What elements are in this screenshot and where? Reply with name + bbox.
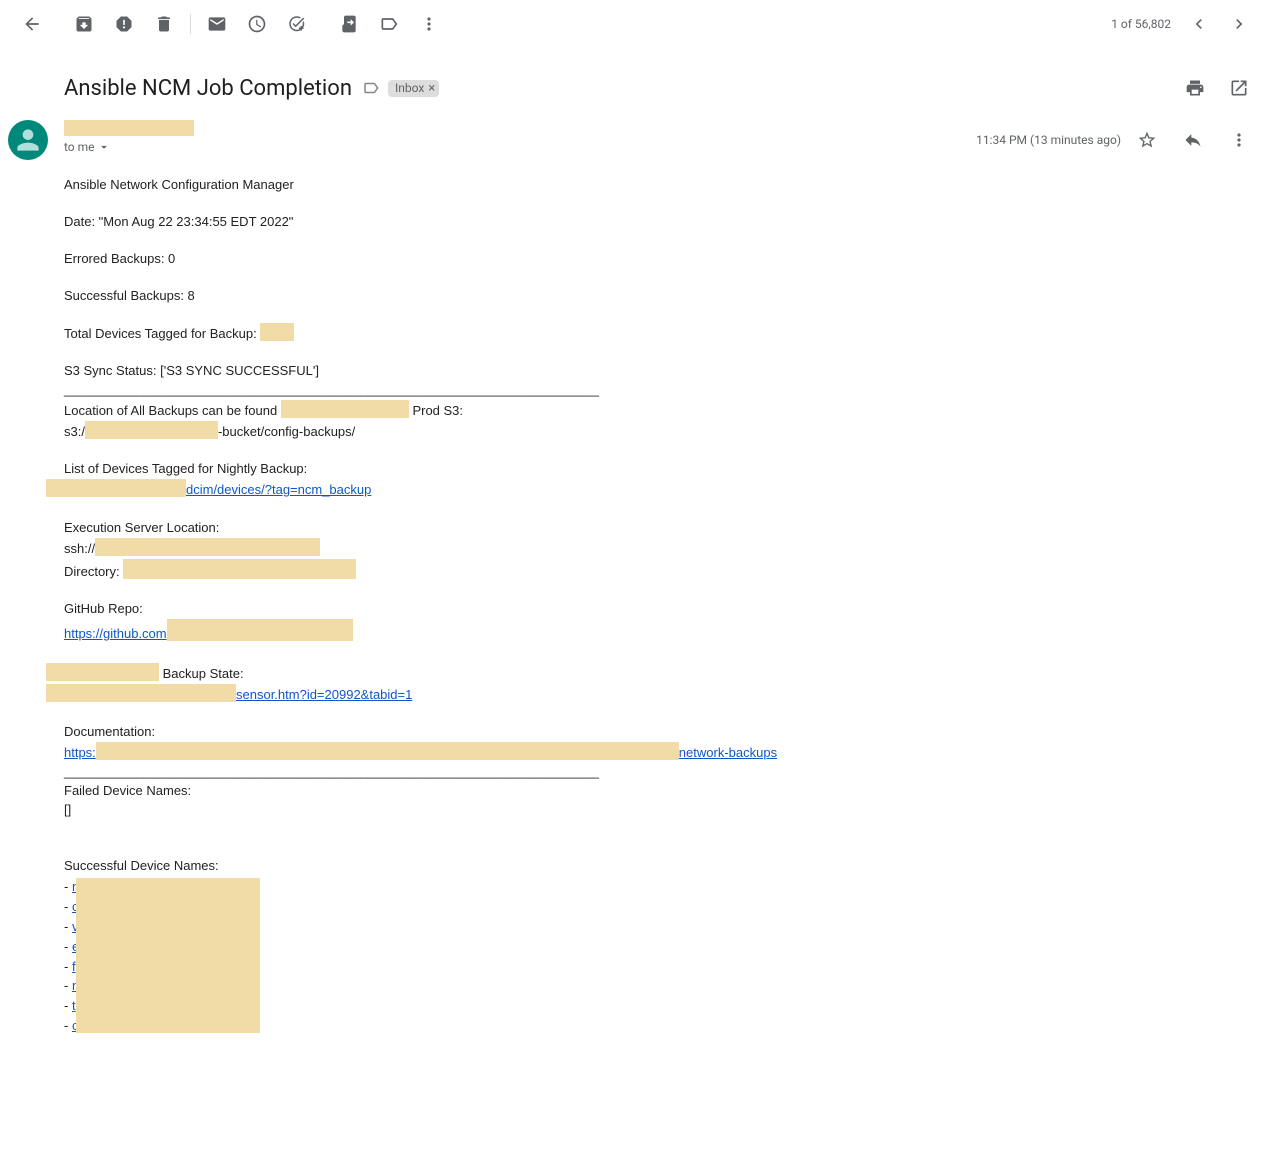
more-vert-icon [1229, 130, 1249, 150]
divider [190, 14, 191, 34]
add-task-button[interactable] [277, 4, 317, 44]
clock-icon [247, 14, 267, 34]
toolbar: 1 of 56,802 [0, 0, 1275, 48]
more-button[interactable] [409, 4, 449, 44]
message-more-button[interactable] [1219, 120, 1259, 160]
redacted [46, 479, 186, 497]
back-button[interactable] [12, 4, 52, 44]
open-new-window-button[interactable] [1219, 68, 1259, 108]
dcim-link[interactable]: dcim/devices/?tag=ncm_backup [186, 482, 371, 497]
archive-icon [74, 14, 94, 34]
redacted [96, 742, 679, 760]
redacted [95, 538, 320, 556]
github-link[interactable]: https://github.com [64, 626, 167, 641]
doc-link-prefix[interactable]: https: [64, 745, 96, 760]
dropdown-icon [97, 140, 111, 154]
email-body: Ansible Network Configuration Manager Da… [0, 164, 1275, 1077]
sensor-link[interactable]: sensor.htm?id=20992&tabid=1 [236, 687, 412, 702]
body-tagged: Total Devices Tagged for Backup: [64, 323, 1259, 344]
move-to-button[interactable] [329, 4, 369, 44]
report-spam-icon [114, 14, 134, 34]
email-subject: Ansible NCM Job Completion [64, 76, 352, 101]
subject-row: Ansible NCM Job Completion Inbox × [0, 48, 1275, 116]
hr: ________________________________________… [64, 382, 599, 397]
avatar[interactable] [8, 120, 48, 160]
redacted [260, 323, 294, 341]
recipient-line[interactable]: to me [64, 140, 976, 154]
next-button[interactable] [1219, 4, 1259, 44]
move-folder-icon [339, 14, 359, 34]
reply-button[interactable] [1173, 120, 1213, 160]
doc-link-suffix[interactable]: network-backups [679, 745, 777, 760]
redacted [85, 421, 218, 439]
doc-label: Documentation: [64, 724, 155, 739]
labels-button[interactable] [369, 4, 409, 44]
star-icon [1137, 130, 1157, 150]
reply-icon [1183, 130, 1203, 150]
star-button[interactable] [1127, 120, 1167, 160]
mark-unread-button[interactable] [197, 4, 237, 44]
remove-label-icon[interactable]: × [428, 81, 435, 96]
sender-info: to me [64, 120, 976, 154]
arrow-left-icon [22, 14, 42, 34]
prev-button[interactable] [1179, 4, 1219, 44]
failed-label: Failed Device Names: [64, 783, 191, 798]
redacted [281, 400, 409, 418]
person-icon [12, 124, 44, 156]
more-vert-icon [419, 14, 439, 34]
inbox-label-text: Inbox [395, 81, 424, 95]
chevron-right-icon [1229, 14, 1249, 34]
important-icon[interactable] [362, 79, 380, 97]
hr2: ________________________________________… [64, 764, 599, 779]
body-errored: Errored Backups: 0 [64, 250, 1259, 269]
spam-button[interactable] [104, 4, 144, 44]
add-task-icon [287, 14, 307, 34]
print-button[interactable] [1175, 68, 1215, 108]
open-in-new-icon [1229, 78, 1249, 98]
sender-row: to me 11:34 PM (13 minutes ago) [0, 116, 1275, 164]
chevron-left-icon [1189, 14, 1209, 34]
listdev-label: List of Devices Tagged for Nightly Backu… [64, 461, 307, 476]
redacted [167, 619, 353, 641]
toolbar-left [12, 4, 449, 44]
subject-actions [1175, 68, 1259, 108]
archive-button[interactable] [64, 4, 104, 44]
body-date: Date: "Mon Aug 22 23:34:55 EDT 2022" [64, 213, 1259, 232]
sender-name-redacted [64, 120, 194, 136]
body-s3status: S3 Sync Status: ['S3 SYNC SUCCESSFUL'] [64, 363, 319, 378]
email-time: 11:34 PM (13 minutes ago) [976, 133, 1121, 147]
label-icon [379, 14, 399, 34]
gh-label: GitHub Repo: [64, 601, 143, 616]
inbox-label-chip[interactable]: Inbox × [388, 80, 439, 97]
toolbar-right: 1 of 56,802 [1111, 4, 1259, 44]
success-label: Successful Device Names: [64, 858, 219, 873]
redacted-block [76, 878, 260, 1033]
redacted [46, 663, 159, 681]
mail-icon [207, 14, 227, 34]
failed-list: [] [64, 802, 71, 817]
redacted [46, 684, 236, 702]
sender-meta: 11:34 PM (13 minutes ago) [976, 120, 1259, 160]
to-text: to me [64, 140, 95, 154]
redacted [123, 559, 356, 579]
print-icon [1185, 78, 1205, 98]
pagination-counter: 1 of 56,802 [1111, 17, 1171, 31]
exec-loc-label: Execution Server Location: [64, 520, 219, 535]
trash-icon [154, 14, 174, 34]
snooze-button[interactable] [237, 4, 277, 44]
body-line: Ansible Network Configuration Manager [64, 176, 1259, 195]
delete-button[interactable] [144, 4, 184, 44]
body-successful: Successful Backups: 8 [64, 287, 1259, 306]
